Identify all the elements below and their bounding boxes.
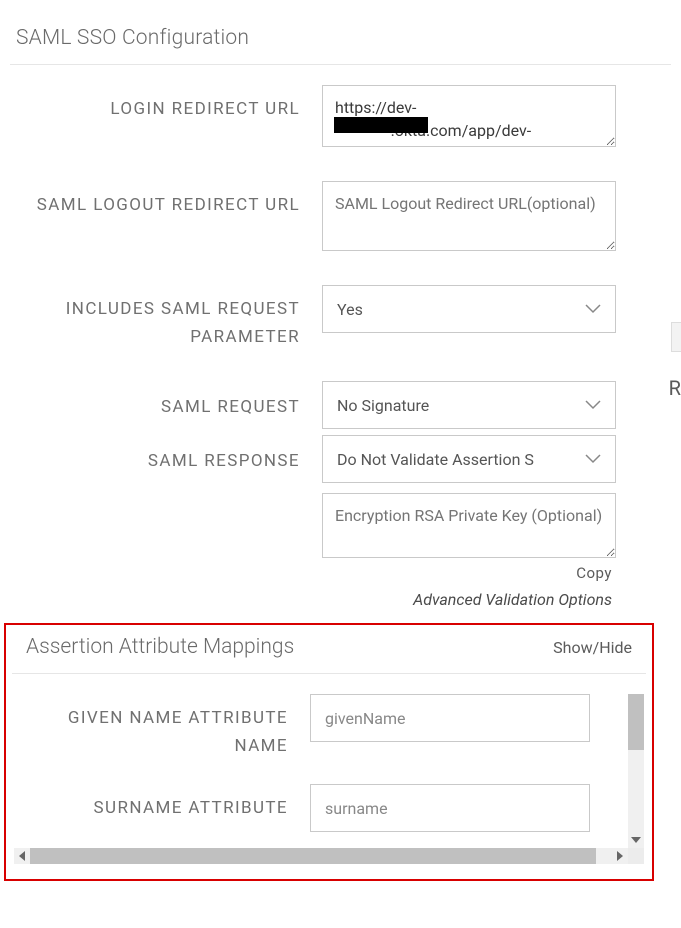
scroll-right-button[interactable] — [612, 848, 628, 864]
copy-link[interactable]: Copy — [576, 564, 612, 582]
label-saml-request: SAML REQUEST — [10, 381, 322, 421]
chevron-down-icon — [585, 301, 601, 317]
chevron-down-icon — [585, 451, 601, 467]
includes-param-select[interactable]: Yes — [322, 285, 616, 333]
login-redirect-input[interactable] — [322, 85, 616, 147]
chevron-down-icon — [585, 397, 601, 413]
horizontal-scrollbar[interactable] — [14, 848, 628, 864]
edge-char: R — [669, 376, 681, 400]
label-logout-redirect: SAML LOGOUT REDIRECT URL — [10, 181, 322, 219]
scroll-left-button[interactable] — [14, 848, 30, 864]
section-title-saml: SAML SSO Configuration — [10, 20, 671, 65]
scroll-down-button[interactable] — [628, 832, 644, 848]
label-saml-response: SAML RESPONSE — [10, 435, 322, 475]
scrollbar-corner — [628, 848, 644, 864]
show-hide-toggle[interactable]: Show/Hide — [553, 638, 632, 657]
saml-response-value: Do Not Validate Assertion S — [337, 450, 534, 469]
surname-input[interactable] — [310, 784, 590, 832]
advanced-options-link[interactable]: Advanced Validation Options — [413, 590, 612, 609]
edge-fragment — [671, 322, 681, 352]
scrollbar-thumb[interactable] — [30, 848, 596, 864]
saml-response-select[interactable]: Do Not Validate Assertion S — [322, 435, 616, 483]
mappings-title: Assertion Attribute Mappings — [26, 635, 294, 659]
attribute-mappings-panel: Assertion Attribute Mappings Show/Hide G… — [4, 623, 654, 881]
given-name-input[interactable] — [310, 694, 590, 742]
encryption-key-input[interactable] — [322, 493, 616, 558]
logout-redirect-input[interactable] — [322, 181, 616, 251]
scrollbar-thumb[interactable] — [628, 694, 644, 750]
label-encryption-empty — [10, 493, 322, 503]
label-given-name: GIVEN NAME ATTRIBUTE NAME — [14, 694, 310, 760]
label-surname: SURNAME ATTRIBUTE — [14, 784, 310, 822]
label-login-redirect: LOGIN REDIRECT URL — [10, 85, 322, 123]
label-includes-param: INCLUDES SAML REQUEST PARAMETER — [10, 285, 322, 351]
saml-request-select[interactable]: No Signature — [322, 381, 616, 429]
saml-request-value: No Signature — [337, 396, 429, 415]
includes-param-value: Yes — [337, 300, 363, 319]
vertical-scrollbar[interactable] — [628, 694, 644, 848]
